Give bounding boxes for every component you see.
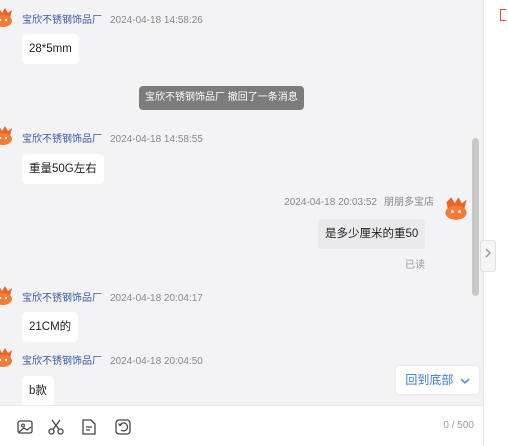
image-icon[interactable] xyxy=(16,418,34,436)
seller-avatar-icon xyxy=(0,8,12,27)
collapse-panel-button[interactable] xyxy=(480,240,496,272)
message-header: 宝欣不锈钢饰品厂 2024-04-18 14:58:55 xyxy=(22,130,203,145)
back-to-bottom-button[interactable]: 回到底部 xyxy=(396,366,479,394)
bracket-icon xyxy=(500,9,506,21)
sender-name: 宝欣不锈钢饰品厂 xyxy=(22,134,102,145)
message-header: 宝欣不锈钢饰品厂 2024-04-18 20:04:50 xyxy=(22,352,203,367)
buyer-avatar-icon xyxy=(445,197,467,220)
back-to-bottom-label: 回到底部 xyxy=(405,373,454,387)
seller-avatar-icon xyxy=(0,348,12,367)
scissors-icon[interactable] xyxy=(47,418,65,436)
system-recall-notice: 宝欣不锈钢饰品厂 撤回了一条消息 xyxy=(139,86,304,110)
char-counter: 0 / 500 xyxy=(443,420,474,431)
chat-message-list[interactable]: 宝欣不锈钢饰品厂 2024-04-18 14:58:26 28*5mm 宝欣不锈钢… xyxy=(0,0,483,405)
message-header: 2024-04-18 20:03:52 朋朋多宝店 xyxy=(284,193,434,208)
message-header: 宝欣不锈钢饰品厂 2024-04-18 14:58:26 xyxy=(22,11,203,26)
seller-avatar-icon xyxy=(0,286,12,305)
message-header: 宝欣不锈钢饰品厂 2024-04-18 20:04:17 xyxy=(22,289,203,304)
message-bubble[interactable]: 是多少厘米的重50 xyxy=(318,219,426,249)
file-icon[interactable] xyxy=(80,418,98,436)
message-bubble[interactable]: 21CM的 xyxy=(22,312,79,342)
message-time: 2024-04-18 20:03:52 xyxy=(284,197,377,208)
chevron-down-icon xyxy=(460,378,470,384)
message-time: 2024-04-18 14:58:55 xyxy=(110,134,203,145)
input-toolbar: 0 / 500 xyxy=(0,405,483,446)
message-time: 2024-04-18 14:58:26 xyxy=(110,15,203,26)
chevron-right-icon xyxy=(485,248,492,258)
seller-avatar-icon xyxy=(0,126,12,145)
sender-name: 宝欣不锈钢饰品厂 xyxy=(22,293,102,304)
right-side-panel xyxy=(483,0,508,446)
message-time: 2024-04-18 20:04:17 xyxy=(110,293,203,304)
message-bubble[interactable]: 28*5mm xyxy=(22,34,79,64)
chat-scrollbar[interactable] xyxy=(472,138,479,296)
sender-name: 朋朋多宝店 xyxy=(384,197,434,208)
message-bubble[interactable]: 重量50G左右 xyxy=(22,154,104,184)
read-status: 已读 xyxy=(405,260,425,271)
message-bubble[interactable]: b款 xyxy=(22,376,54,405)
sender-name: 宝欣不锈钢饰品厂 xyxy=(22,356,102,367)
history-icon[interactable] xyxy=(114,418,132,436)
message-time: 2024-04-18 20:04:50 xyxy=(110,356,203,367)
sender-name: 宝欣不锈钢饰品厂 xyxy=(22,15,102,26)
